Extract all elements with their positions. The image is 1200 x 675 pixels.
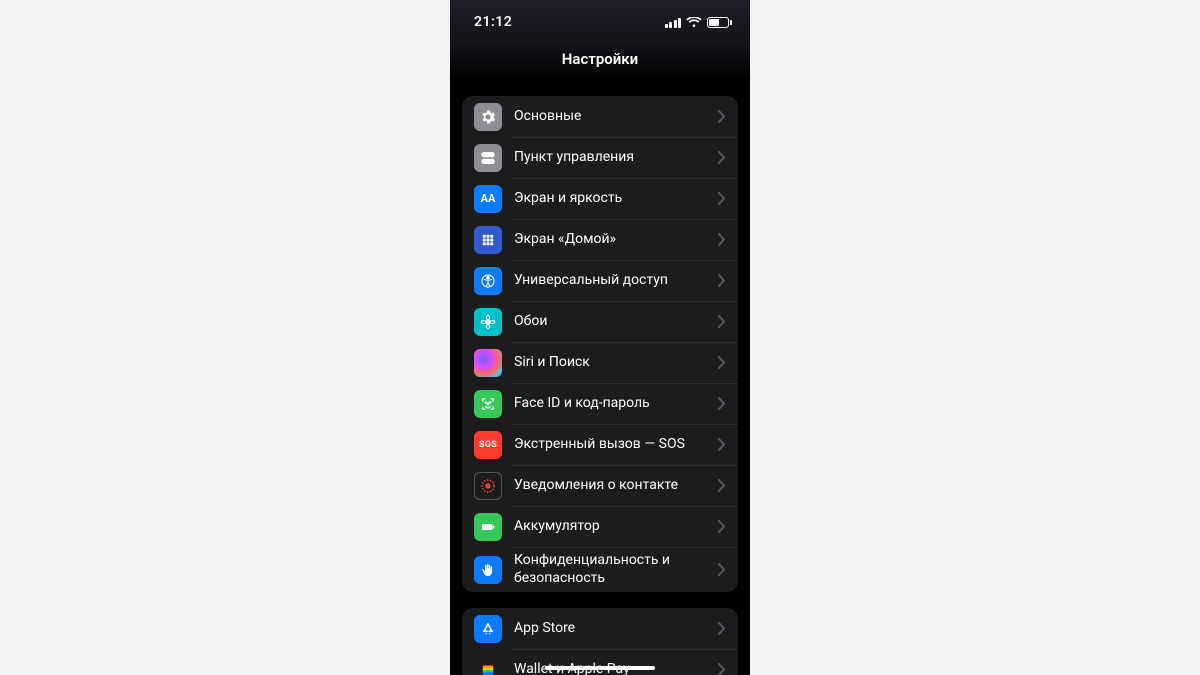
row-label: Экран и яркость xyxy=(514,190,718,208)
status-indicators xyxy=(665,16,733,28)
gear-icon xyxy=(474,103,502,131)
sos-icon: SOS xyxy=(474,431,502,459)
row-display[interactable]: AA Экран и яркость xyxy=(462,178,738,219)
cellular-icon xyxy=(665,17,682,28)
settings-group-store: App Store Wallet и Apple Pay xyxy=(462,608,738,675)
row-wallet[interactable]: Wallet и Apple Pay xyxy=(462,649,738,675)
row-general[interactable]: Основные xyxy=(462,96,738,137)
chevron-right-icon xyxy=(718,356,726,369)
accessibility-icon xyxy=(474,267,502,295)
row-battery[interactable]: Аккумулятор xyxy=(462,506,738,547)
contact-card-icon xyxy=(474,472,502,500)
row-contact-notice[interactable]: Уведомления о контакте xyxy=(462,465,738,506)
row-label: Экстренный вызов — SOS xyxy=(514,436,718,454)
row-siri[interactable]: Siri и Поиск xyxy=(462,342,738,383)
row-label: Аккумулятор xyxy=(514,518,718,536)
battery-icon xyxy=(474,513,502,541)
chevron-right-icon xyxy=(718,479,726,492)
page-title: Настройки xyxy=(450,44,750,80)
chevron-right-icon xyxy=(718,315,726,328)
row-label: App Store xyxy=(514,620,718,638)
row-label: Обои xyxy=(514,313,718,331)
siri-icon xyxy=(474,349,502,377)
toggles-icon xyxy=(474,144,502,172)
chevron-right-icon xyxy=(718,151,726,164)
row-label: Универсальный доступ xyxy=(514,272,718,290)
chevron-right-icon xyxy=(718,397,726,410)
row-label: Face ID и код-пароль xyxy=(514,395,718,413)
chevron-right-icon xyxy=(718,663,726,675)
chevron-right-icon xyxy=(718,622,726,635)
hand-icon xyxy=(474,556,502,584)
letters-aa-icon: AA xyxy=(474,185,502,213)
status-time: 21:12 xyxy=(474,14,512,30)
row-control-center[interactable]: Пункт управления xyxy=(462,137,738,178)
row-accessibility[interactable]: Универсальный доступ xyxy=(462,260,738,301)
row-label: Уведомления о контакте xyxy=(514,477,718,495)
phone-frame: 21:12 Настройки Основные xyxy=(450,0,750,675)
row-faceid[interactable]: Face ID и код-пароль xyxy=(462,383,738,424)
chevron-right-icon xyxy=(718,520,726,533)
chevron-right-icon xyxy=(718,110,726,123)
home-indicator[interactable] xyxy=(545,666,655,670)
row-label: Экран «Домой» xyxy=(514,231,718,249)
row-sos[interactable]: SOS Экстренный вызов — SOS xyxy=(462,424,738,465)
chevron-right-icon xyxy=(718,438,726,451)
chevron-right-icon xyxy=(718,274,726,287)
chevron-right-icon xyxy=(718,563,726,576)
settings-group-system: Основные Пункт управления AA Экран и ярк… xyxy=(462,96,738,592)
battery-icon xyxy=(707,17,732,28)
row-privacy[interactable]: Конфиденциальность и безопасность xyxy=(462,547,738,592)
faceid-icon xyxy=(474,390,502,418)
row-label: Основные xyxy=(514,108,718,126)
row-wallpaper[interactable]: Обои xyxy=(462,301,738,342)
grid-icon xyxy=(474,226,502,254)
row-label: Конфиденциальность и безопасность xyxy=(514,552,718,587)
flower-icon xyxy=(474,308,502,336)
row-label: Пункт управления xyxy=(514,149,718,167)
wifi-icon xyxy=(686,16,702,28)
chevron-right-icon xyxy=(718,233,726,246)
row-home-screen[interactable]: Экран «Домой» xyxy=(462,219,738,260)
settings-scroll[interactable]: Основные Пункт управления AA Экран и ярк… xyxy=(450,80,750,675)
row-label: Siri и Поиск xyxy=(514,354,718,372)
status-bar: 21:12 xyxy=(450,0,750,44)
chevron-right-icon xyxy=(718,192,726,205)
wallet-icon xyxy=(474,656,502,675)
row-app-store[interactable]: App Store xyxy=(462,608,738,649)
appstore-icon xyxy=(474,615,502,643)
